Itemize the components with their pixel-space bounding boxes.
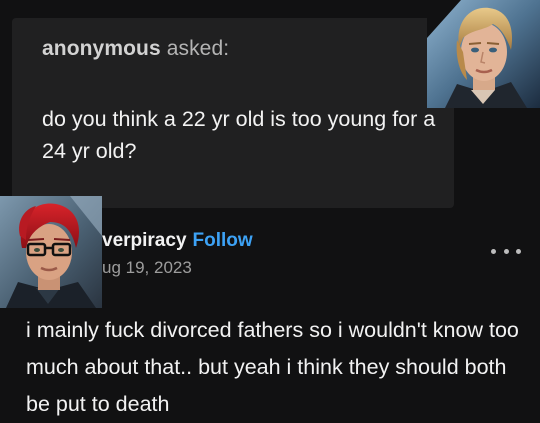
- asked-label: asked:: [166, 37, 230, 60]
- name-row: verpiracy Follow: [102, 230, 253, 252]
- post-header: verpiracy Follow ug 19, 2023: [102, 230, 253, 280]
- tumblr-post-screenshot: anonymous asked: do you think a 22 yr ol…: [0, 0, 540, 423]
- asker-name[interactable]: anonymous: [42, 37, 161, 60]
- asker-line: anonymous asked:: [42, 37, 229, 61]
- ellipsis-dot: [491, 248, 496, 254]
- asker-avatar[interactable]: [427, 0, 540, 108]
- blog-name[interactable]: verpiracy: [102, 230, 187, 251]
- post-body: i mainly fuck divorced fathers so i woul…: [26, 318, 519, 416]
- follow-button[interactable]: Follow: [193, 230, 253, 251]
- asker-avatar-illustration: [427, 0, 540, 108]
- ask-box: anonymous asked: do you think a 22 yr ol…: [12, 18, 454, 208]
- ellipsis-dot: [503, 248, 509, 254]
- poster-avatar-illustration: [0, 196, 102, 308]
- post-date: ug 19, 2023: [102, 258, 192, 277]
- ellipsis-dot: [516, 248, 521, 254]
- poster-avatar[interactable]: [0, 196, 102, 308]
- ask-question: do you think a 22 yr old is too young fo…: [42, 107, 436, 163]
- ellipsis-icon[interactable]: [491, 243, 521, 259]
